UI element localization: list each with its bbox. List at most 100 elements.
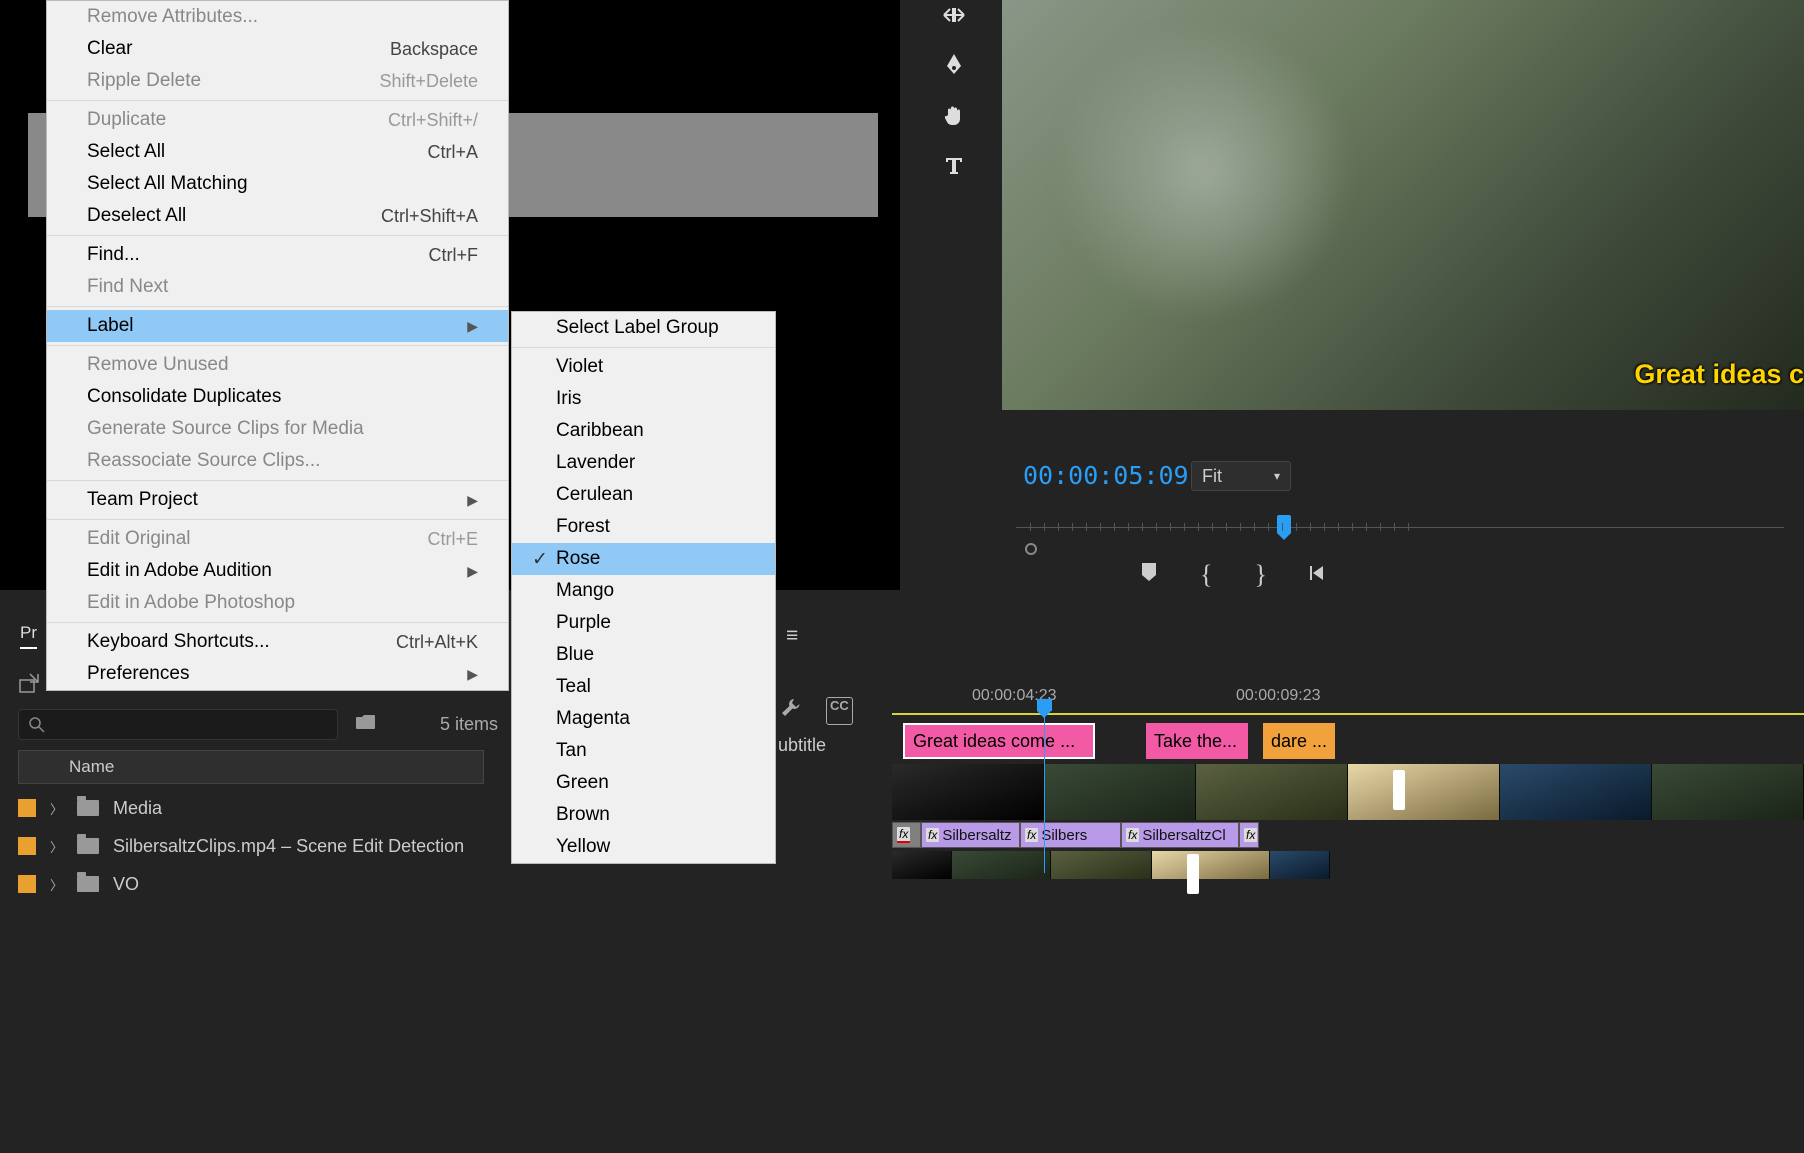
new-item-icon[interactable] — [18, 672, 40, 694]
video-clip[interactable]: fxSilbersaltzCl — [1121, 822, 1239, 848]
caption-clip[interactable]: Great ideas come ... — [903, 723, 1095, 759]
mark-in-icon[interactable]: { — [1200, 560, 1212, 590]
submenu-label-caribbean[interactable]: Caribbean — [512, 415, 775, 447]
context-menu: Remove Attributes... ClearBackspace Ripp… — [46, 0, 509, 691]
submenu-label-lavender[interactable]: Lavender — [512, 447, 775, 479]
project-panel-tab[interactable]: Pr — [20, 623, 37, 649]
expand-caret-icon[interactable]: 〉 — [50, 837, 63, 856]
video-clip[interactable]: fx — [892, 822, 921, 848]
menu-team-project[interactable]: Team Project▶ — [47, 484, 508, 516]
chevron-right-icon: ▶ — [467, 666, 478, 683]
video-thumbnail-track-2 — [892, 851, 1804, 879]
project-row[interactable]: 〉 Media — [18, 790, 162, 826]
submenu-label-forest[interactable]: Forest — [512, 511, 775, 543]
expand-caret-icon[interactable]: 〉 — [50, 799, 63, 818]
clip-thumbnail[interactable] — [892, 764, 1044, 820]
wrench-icon[interactable] — [780, 697, 802, 725]
name-column-header[interactable]: Name — [18, 750, 484, 784]
menu-edit-original: Edit OriginalCtrl+E — [47, 523, 508, 555]
submenu-label-text: Magenta — [556, 708, 755, 730]
video-clip[interactable]: fxSilbers — [1020, 822, 1121, 848]
menu-consolidate-duplicates[interactable]: Consolidate Duplicates — [47, 381, 508, 413]
clip-thumbnail[interactable] — [1051, 851, 1152, 879]
timeline-playhead[interactable] — [1037, 699, 1052, 711]
ripple-edit-icon[interactable] — [941, 5, 967, 30]
timeline-header-tools: CC — [780, 697, 853, 725]
submenu-label-mango[interactable]: Mango — [512, 575, 775, 607]
playhead-start-circle — [1025, 543, 1037, 555]
clip-thumbnail[interactable] — [1348, 764, 1500, 820]
project-row[interactable]: 〉 SilbersaltzClips.mp4 – Scene Edit Dete… — [18, 828, 464, 864]
tool-sidebar — [926, 0, 982, 181]
panel-menu-icon[interactable]: ≡ — [786, 624, 799, 648]
caption-clip[interactable]: Take the... — [1146, 723, 1248, 759]
menu-edit-photoshop: Edit in Adobe Photoshop — [47, 587, 508, 619]
submenu-label-text: Cerulean — [556, 484, 755, 506]
add-marker-icon[interactable] — [1140, 561, 1158, 589]
fx-badge-icon: fx — [926, 828, 939, 842]
caption-clip[interactable]: dare ... — [1263, 723, 1335, 759]
mark-out-icon[interactable]: } — [1254, 560, 1266, 590]
pen-tool-icon[interactable] — [943, 52, 965, 81]
submenu-label-magenta[interactable]: Magenta — [512, 703, 775, 735]
project-search-input[interactable] — [18, 709, 338, 740]
menu-duplicate: DuplicateCtrl+Shift+/ — [47, 104, 508, 136]
closed-captions-icon[interactable]: CC — [826, 697, 853, 725]
program-monitor: Great ideas c — [1002, 0, 1804, 410]
submenu-label-text: Teal — [556, 676, 755, 698]
clip-thumbnail[interactable] — [1044, 764, 1196, 820]
submenu-label-text: Caribbean — [556, 420, 755, 442]
submenu-label-iris[interactable]: Iris — [512, 383, 775, 415]
submenu-label-cerulean[interactable]: Cerulean — [512, 479, 775, 511]
submenu-label-violet[interactable]: Violet — [512, 351, 775, 383]
menu-generate-source-clips: Generate Source Clips for Media — [47, 413, 508, 445]
timeline-playhead-line — [1044, 713, 1045, 873]
submenu-label-yellow[interactable]: Yellow — [512, 831, 775, 863]
submenu-label-blue[interactable]: Blue — [512, 639, 775, 671]
submenu-label-tan[interactable]: Tan — [512, 735, 775, 767]
program-timecode[interactable]: 00:00:05:09 — [1023, 461, 1189, 490]
filter-bin-icon[interactable] — [354, 712, 378, 738]
clip-thumbnail[interactable] — [892, 851, 952, 879]
submenu-select-label-group[interactable]: Select Label Group — [512, 312, 775, 344]
submenu-label-text: Mango — [556, 580, 755, 602]
clip-thumbnail[interactable] — [1152, 851, 1270, 879]
clip-thumbnail[interactable] — [1196, 764, 1348, 820]
go-to-in-icon[interactable] — [1309, 562, 1331, 588]
clip-thumbnail[interactable] — [952, 851, 1051, 879]
project-row[interactable]: 〉 VO — [18, 866, 139, 902]
submenu-label-text: Yellow — [556, 836, 755, 858]
menu-label[interactable]: Label▶ — [47, 310, 508, 342]
zoom-dropdown[interactable]: Fit ▾ — [1191, 461, 1291, 491]
expand-caret-icon[interactable]: 〉 — [50, 875, 63, 894]
video-clip[interactable]: fx — [1239, 822, 1259, 848]
playhead-handle[interactable] — [1277, 515, 1291, 533]
type-tool-icon[interactable] — [943, 154, 965, 181]
menu-ripple-delete: Ripple DeleteShift+Delete — [47, 65, 508, 97]
submenu-label-teal[interactable]: Teal — [512, 671, 775, 703]
submenu-label-text: Purple — [556, 612, 755, 634]
hand-tool-icon[interactable] — [942, 103, 966, 132]
program-playhead-bar[interactable] — [1016, 513, 1784, 538]
submenu-label-text: Iris — [556, 388, 755, 410]
menu-select-all[interactable]: Select AllCtrl+A — [47, 136, 508, 168]
video-clip[interactable]: fxSilbersaltz — [921, 822, 1020, 848]
menu-select-all-matching[interactable]: Select All Matching — [47, 168, 508, 200]
clip-thumbnail[interactable] — [1500, 764, 1652, 820]
project-row-name: SilbersaltzClips.mp4 – Scene Edit Detect… — [113, 836, 464, 857]
menu-deselect-all[interactable]: Deselect AllCtrl+Shift+A — [47, 200, 508, 232]
menu-find[interactable]: Find...Ctrl+F — [47, 239, 508, 271]
menu-clear[interactable]: ClearBackspace — [47, 33, 508, 65]
clip-thumbnail[interactable] — [1270, 851, 1330, 879]
submenu-label-brown[interactable]: Brown — [512, 799, 775, 831]
work-area-bar — [892, 713, 1804, 715]
time-ruler[interactable]: 00:00:04:23 00:00:09:23 — [892, 687, 1804, 711]
label-swatch — [18, 875, 36, 893]
menu-edit-audition[interactable]: Edit in Adobe Audition▶ — [47, 555, 508, 587]
clip-thumbnail[interactable] — [1652, 764, 1804, 820]
submenu-label-rose[interactable]: ✓Rose — [512, 543, 775, 575]
menu-preferences[interactable]: Preferences▶ — [47, 658, 508, 690]
submenu-label-purple[interactable]: Purple — [512, 607, 775, 639]
submenu-label-green[interactable]: Green — [512, 767, 775, 799]
menu-keyboard-shortcuts[interactable]: Keyboard Shortcuts...Ctrl+Alt+K — [47, 626, 508, 658]
